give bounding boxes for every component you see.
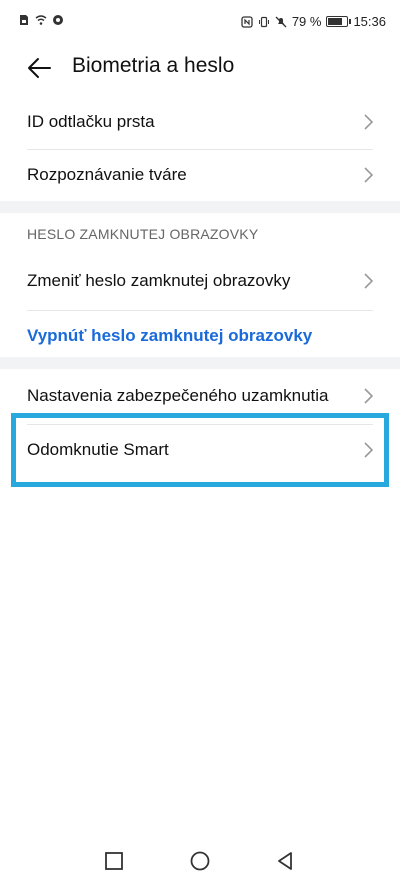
smart-unlock-label: Odomknutie Smart <box>27 440 169 459</box>
section-separator <box>0 357 400 369</box>
recent-apps-icon[interactable] <box>103 850 125 872</box>
battery-icon <box>326 16 352 27</box>
status-left-icons <box>18 14 64 26</box>
home-icon[interactable] <box>189 850 211 872</box>
battery-percent: 79 % <box>291 14 322 29</box>
back-arrow-icon[interactable] <box>24 52 56 84</box>
divider <box>27 310 373 311</box>
chevron-right-icon <box>364 273 374 289</box>
face-recognition-label: Rozpoznávanie tváre <box>27 165 187 184</box>
chevron-right-icon <box>364 167 374 183</box>
face-recognition-item[interactable]: Rozpoznávanie tváre <box>0 150 400 202</box>
status-time: 15:36 <box>353 14 386 29</box>
sim-icon <box>20 15 28 25</box>
chevron-right-icon <box>364 442 374 458</box>
change-password-label: Zmeniť heslo zamknutej obrazovky <box>27 271 291 290</box>
chevron-right-icon <box>364 114 374 130</box>
section-separator <box>0 201 400 213</box>
back-icon[interactable] <box>274 850 296 872</box>
fingerprint-item[interactable]: ID odtlačku prsta <box>0 97 400 149</box>
disable-password-link[interactable]: Vypnúť heslo zamknutej obrazovky <box>27 326 312 346</box>
secure-lock-settings-label: Nastavenia zabezpečeného uzamknutia <box>27 386 329 405</box>
page-title: Biometria a heslo <box>72 54 235 77</box>
battery-fill <box>328 18 342 25</box>
wifi-icon <box>35 15 47 25</box>
smart-unlock-item[interactable]: Odomknutie Smart <box>0 425 400 477</box>
status-right-icons: 79 % 15:36 <box>241 14 386 29</box>
chevron-right-icon <box>364 388 374 404</box>
header: Biometria a heslo <box>0 44 400 92</box>
data-icon <box>53 15 63 25</box>
section-header: HESLO ZAMKNUTEJ OBRAZOVKY <box>27 226 259 242</box>
status-bar: 79 % 15:36 <box>0 0 400 44</box>
nfc-icon <box>241 15 253 28</box>
fingerprint-label: ID odtlačku prsta <box>27 112 155 131</box>
change-password-item[interactable]: Zmeniť heslo zamknutej obrazovky <box>0 256 400 308</box>
mute-icon <box>275 16 287 27</box>
navigation-bar <box>0 836 400 884</box>
vibrate-icon <box>258 16 269 27</box>
secure-lock-settings-item[interactable]: Nastavenia zabezpečeného uzamknutia <box>0 371 400 423</box>
